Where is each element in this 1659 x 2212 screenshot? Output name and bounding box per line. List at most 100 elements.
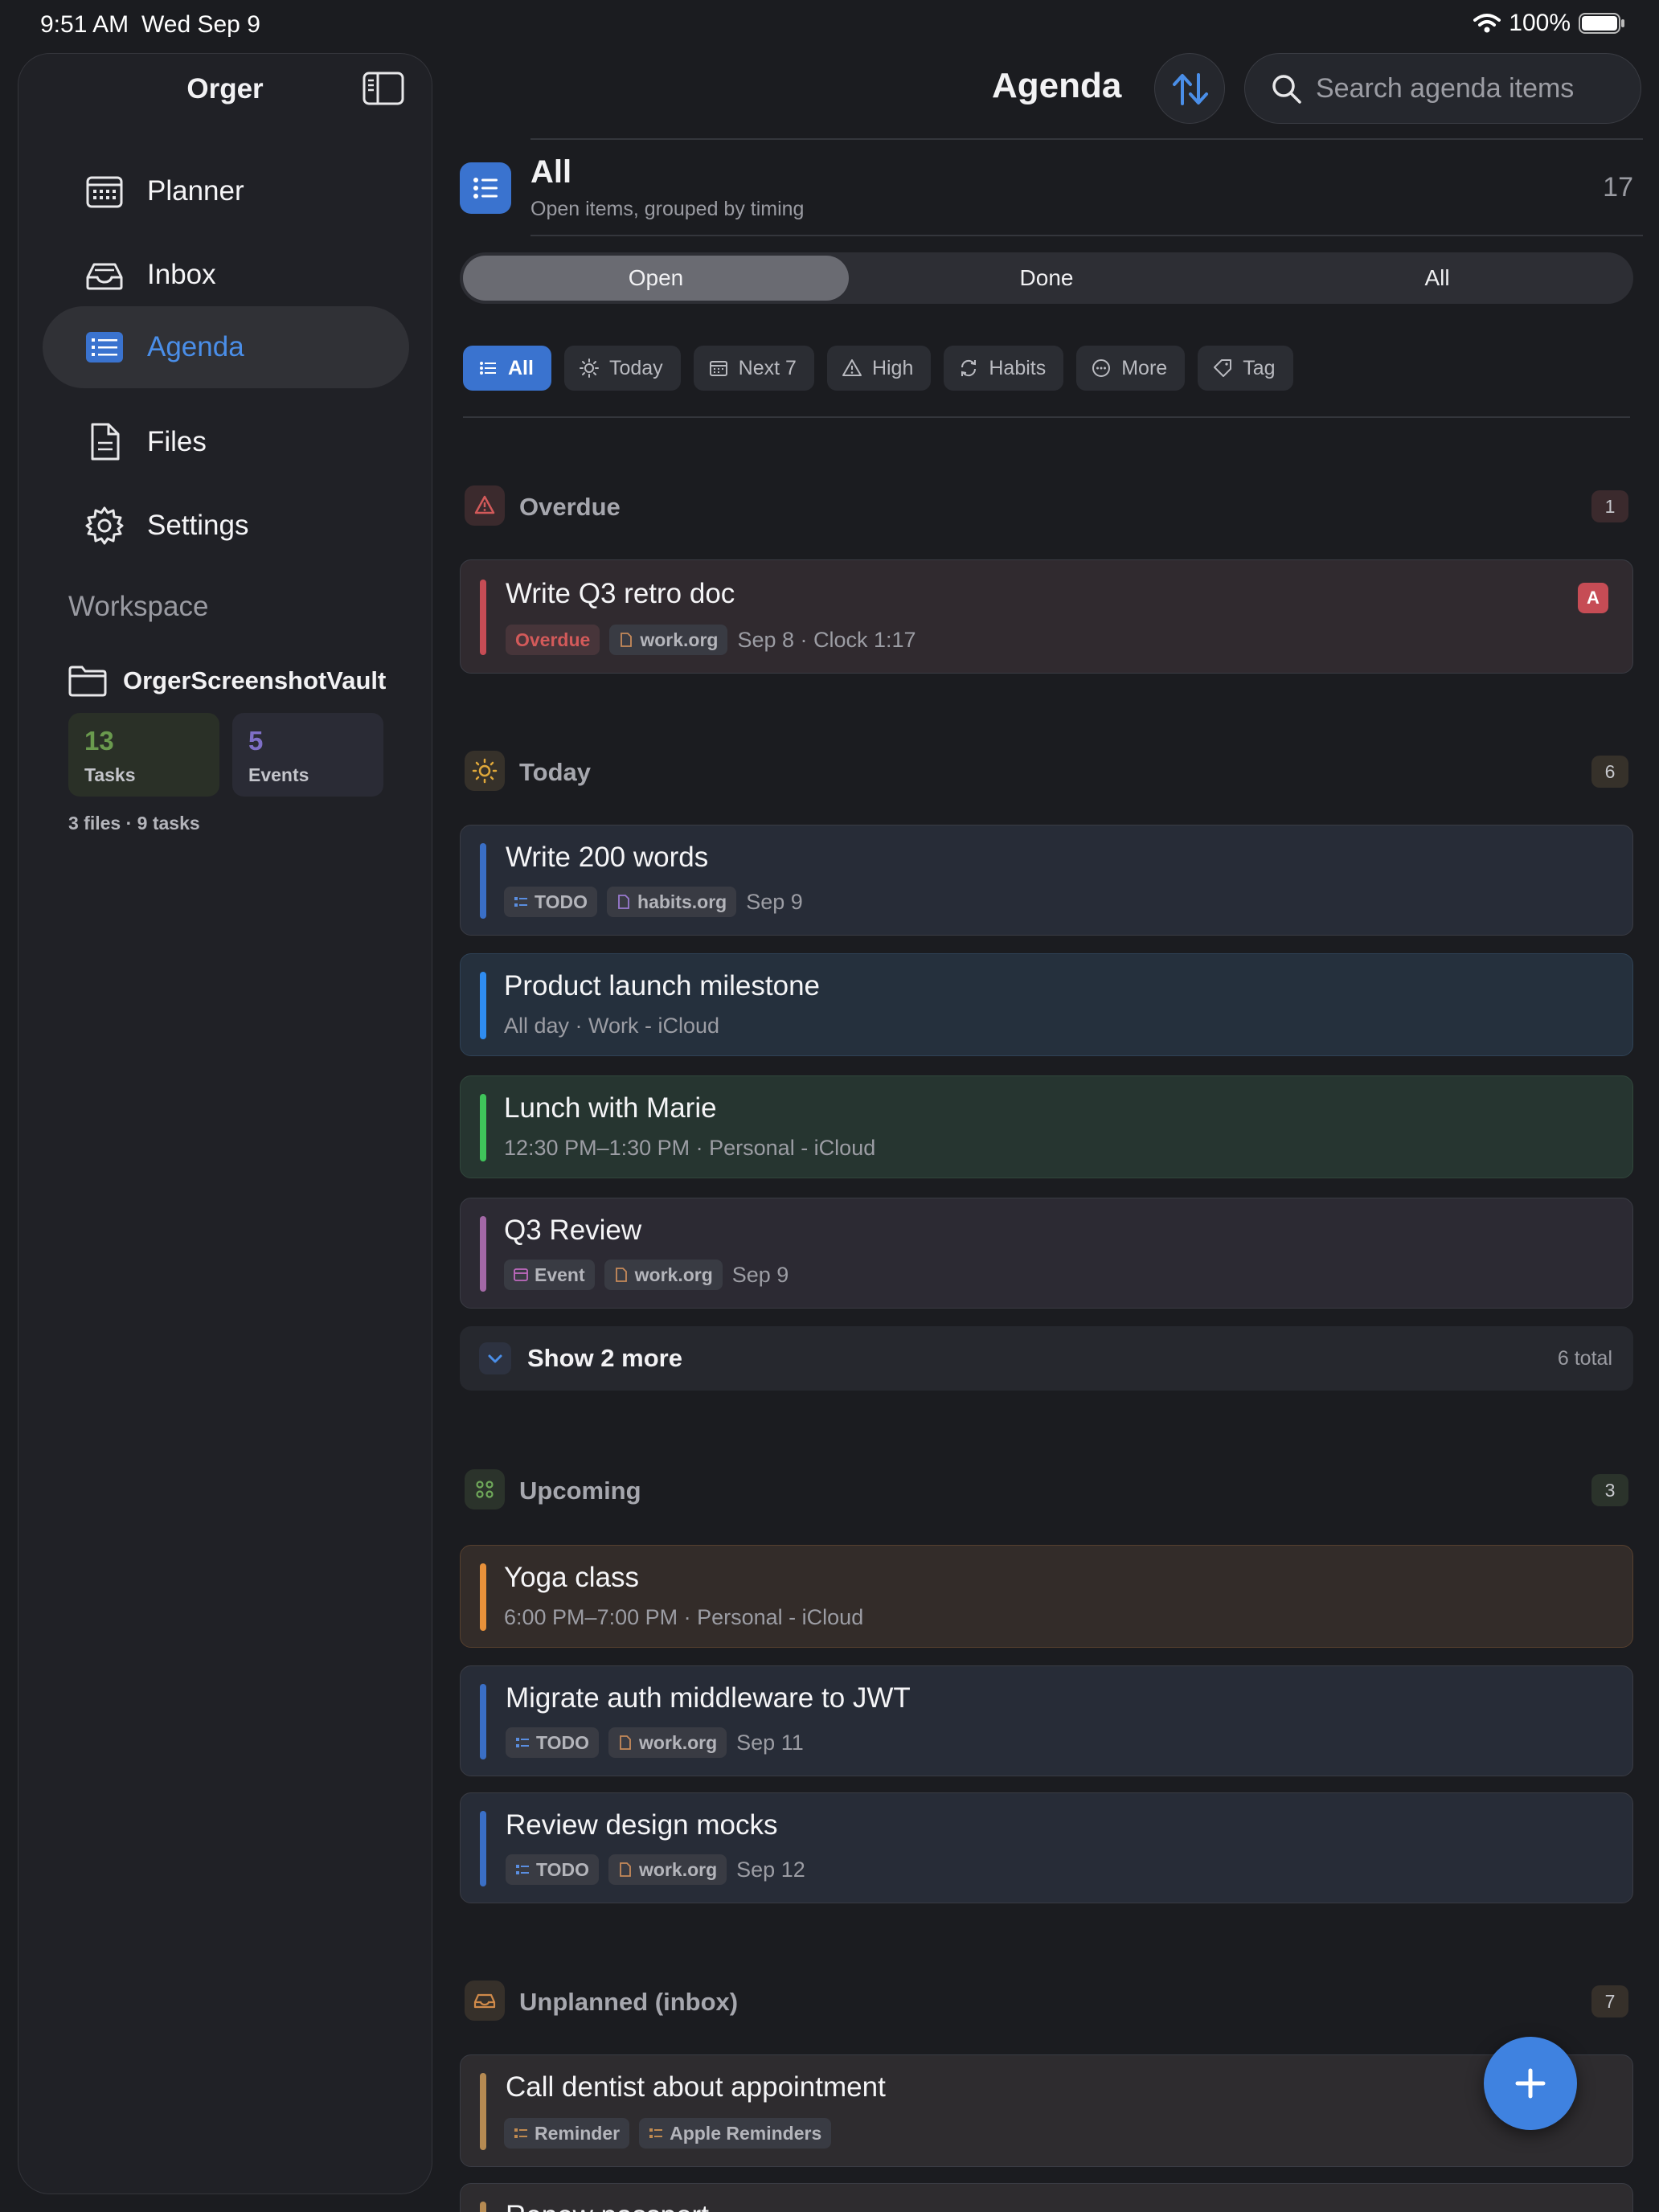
chip-label: Today <box>608 356 663 379</box>
warning-triangle-icon <box>465 485 505 526</box>
agenda-item-card[interactable]: Renew passport <box>460 2183 1633 2212</box>
sidebar-toggle-icon[interactable] <box>363 72 404 105</box>
source-tag: Apple Reminders <box>639 2118 832 2149</box>
agenda-item-card[interactable]: Write Q3 retro doc A Overdue work.org Se… <box>460 559 1633 674</box>
battery-percent: 100% <box>1509 10 1571 36</box>
priority-bar <box>480 580 486 655</box>
section-count: 7 <box>1591 1985 1628 2017</box>
status-date: Wed Sep 9 <box>141 11 260 38</box>
sun-icon <box>465 751 505 791</box>
tasks-stat-card[interactable]: 13 Tasks <box>68 713 219 797</box>
agenda-item-card[interactable]: Migrate auth middleware to JWT TODO work… <box>460 1665 1633 1776</box>
events-stat-card[interactable]: 5 Events <box>232 713 383 797</box>
event-card[interactable]: Product launch milestone All day · Work … <box>460 953 1633 1056</box>
segment-done[interactable]: Done <box>854 256 1239 301</box>
file-icon <box>615 1268 627 1282</box>
sidebar-item-planner[interactable]: Planner <box>43 150 409 232</box>
search-icon <box>1272 75 1301 104</box>
agenda-item-card[interactable]: Review design mocks TODO work.org Sep 12 <box>460 1792 1633 1903</box>
section-unplanned-header[interactable]: Unplanned (inbox) 7 <box>465 1981 1628 2022</box>
event-card[interactable]: Yoga class 6:00 PM–7:00 PM · Personal - … <box>460 1545 1633 1648</box>
filter-title: All <box>530 154 572 190</box>
sidebar-item-label: Planner <box>147 175 244 207</box>
item-title: Migrate auth middleware to JWT <box>506 1682 911 1714</box>
ellipsis-circle-icon <box>1092 359 1111 377</box>
chip-label: Next 7 <box>738 356 797 379</box>
grid-icon <box>465 1469 505 1509</box>
chip-today[interactable]: Today <box>563 346 681 391</box>
segment-all[interactable]: All <box>1244 256 1630 301</box>
item-meta: Sep 11 <box>736 1730 804 1755</box>
agenda-item-card[interactable]: Call dentist about appointment Reminder … <box>460 2054 1633 2167</box>
kind-label: Reminder <box>535 2122 621 2144</box>
kind-label: TODO <box>536 1858 590 1880</box>
kind-tag: TODO <box>506 1727 600 1758</box>
checklist-icon <box>516 1738 529 1747</box>
item-title: Yoga class <box>504 1562 639 1593</box>
chip-label: More <box>1121 356 1168 379</box>
status-time: 9:51 AM <box>40 11 129 38</box>
chip-next-7[interactable]: Next 7 <box>693 346 814 391</box>
sidebar-item-settings[interactable]: Settings <box>43 485 409 567</box>
file-icon <box>620 1862 631 1877</box>
calendar-icon <box>709 361 727 376</box>
add-item-button[interactable] <box>1484 2037 1577 2130</box>
section-title: Overdue <box>519 493 621 521</box>
item-meta: All day · Work - iCloud <box>504 1014 720 1038</box>
file-name: work.org <box>639 1858 718 1880</box>
status-tag: Overdue <box>506 625 600 655</box>
kind-label: TODO <box>535 891 588 912</box>
sidebar-item-agenda[interactable]: Agenda <box>43 306 409 388</box>
agenda-item-card[interactable]: Write 200 words TODO habits.org Sep 9 <box>460 825 1633 936</box>
section-overdue-header[interactable]: Overdue 1 <box>465 485 1628 527</box>
calendar-icon <box>86 176 123 208</box>
wifi-icon <box>1473 14 1501 33</box>
file-tag: work.org <box>609 625 728 655</box>
workspace-name[interactable]: OrgerScreenshotVault <box>123 666 386 695</box>
event-card[interactable]: Lunch with Marie 12:30 PM–1:30 PM · Pers… <box>460 1075 1633 1178</box>
sort-arrows-icon <box>1173 73 1208 105</box>
item-title: Renew passport <box>506 2200 709 2212</box>
tag-icon <box>1214 359 1232 377</box>
kind-label: Event <box>535 1264 585 1285</box>
section-count: 1 <box>1591 490 1628 522</box>
event-calendar-icon <box>514 1268 528 1281</box>
item-meta: 12:30 PM–1:30 PM · Personal - iCloud <box>504 1136 876 1160</box>
agenda-item-card[interactable]: Q3 Review Event work.org Sep 9 <box>460 1198 1633 1309</box>
section-title: Unplanned (inbox) <box>519 1988 739 2016</box>
file-tag: work.org <box>604 1260 723 1290</box>
file-icon <box>620 1735 631 1750</box>
chip-all[interactable]: All <box>463 346 551 391</box>
warning-triangle-icon <box>842 359 862 376</box>
search-field[interactable]: Search agenda items <box>1244 53 1641 124</box>
sun-icon <box>579 358 599 378</box>
chip-habits[interactable]: Habits <box>944 346 1064 391</box>
sidebar-item-inbox[interactable]: Inbox <box>43 234 409 316</box>
calendar-color-bar <box>480 1563 486 1631</box>
file-name: work.org <box>639 1731 718 1753</box>
search-placeholder: Search agenda items <box>1316 73 1575 104</box>
checklist-icon <box>514 897 527 907</box>
show-more-button[interactable]: Show 2 more 6 total <box>460 1326 1633 1391</box>
section-count: 3 <box>1591 1474 1628 1506</box>
battery-icon <box>1579 13 1624 34</box>
item-title: Product launch milestone <box>504 970 820 1002</box>
status-bar: 9:51 AM Wed Sep 9 100% <box>0 0 1659 51</box>
section-title: Upcoming <box>519 1477 641 1505</box>
section-today-header[interactable]: Today 6 <box>465 751 1628 793</box>
item-title: Write 200 words <box>506 842 709 873</box>
section-upcoming-header[interactable]: Upcoming 3 <box>465 1469 1628 1511</box>
chip-high[interactable]: High <box>826 346 932 391</box>
filter-chips: All Today Next 7 High Habits More Tag <box>463 346 1293 391</box>
file-tag: work.org <box>608 1854 727 1885</box>
checklist-icon <box>516 1865 529 1874</box>
sidebar-item-files[interactable]: Files <box>43 401 409 483</box>
sort-button[interactable] <box>1154 53 1225 124</box>
document-icon <box>91 423 120 461</box>
sidebar-item-label: Settings <box>147 510 249 541</box>
chip-tag[interactable]: Tag <box>1198 346 1293 391</box>
item-meta: Sep 9 <box>731 1262 789 1287</box>
segment-open[interactable]: Open <box>463 256 849 301</box>
chip-more[interactable]: More <box>1076 346 1186 391</box>
source-label: Apple Reminders <box>670 2122 822 2144</box>
